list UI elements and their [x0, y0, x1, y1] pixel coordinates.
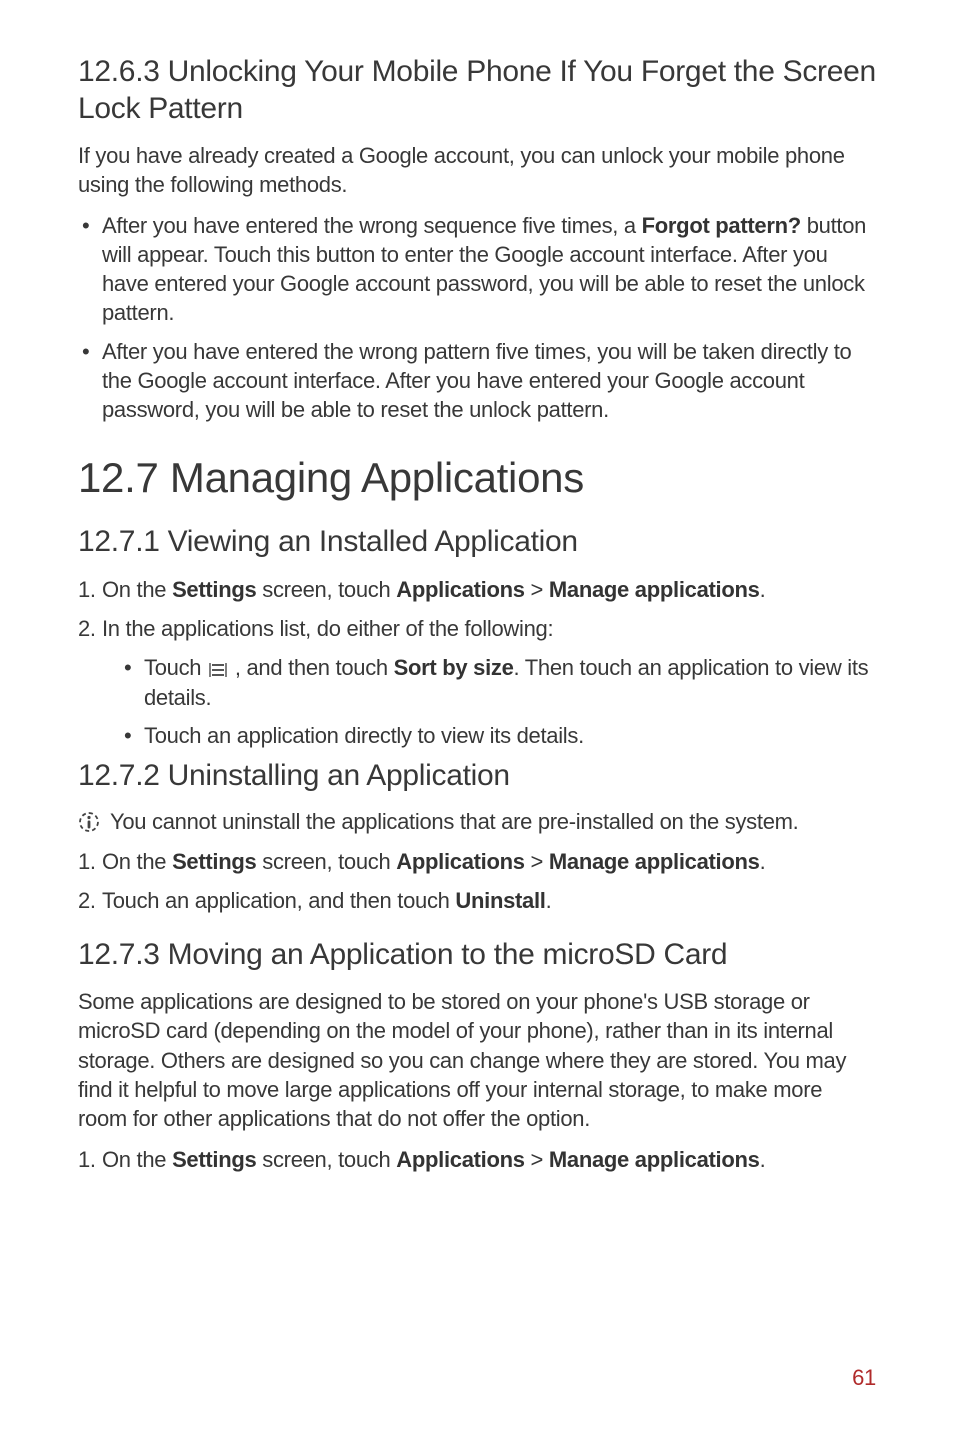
page-number: 61	[852, 1365, 876, 1391]
bold-text: Manage applications	[549, 577, 760, 602]
text: On the	[102, 849, 172, 874]
bold-text: Uninstall	[455, 888, 545, 913]
heading-12-7: 12.7 Managing Applications	[78, 454, 876, 502]
menu-icon	[207, 663, 229, 677]
bold-text: Settings	[172, 577, 256, 602]
manual-page: 12.6.3 Unlocking Your Mobile Phone If Yo…	[0, 0, 954, 1429]
text: .	[546, 888, 552, 913]
step-1: 1. On the Settings screen, touch Applica…	[78, 1145, 876, 1174]
bold-text: Manage applications	[549, 1147, 760, 1172]
bold-text: Applications	[396, 1147, 524, 1172]
sub-bullet-item: Touch an application directly to view it…	[122, 721, 876, 751]
sub-bullet-item: Touch , and then touch Sort by size. The…	[122, 653, 876, 712]
text: screen, touch	[256, 1147, 396, 1172]
step-number: 2.	[78, 886, 96, 915]
bold-text: Sort by size	[394, 655, 514, 680]
bold-text: Forgot pattern?	[642, 213, 801, 238]
text: >	[525, 1147, 549, 1172]
text: >	[525, 849, 549, 874]
intro-12-7-3: Some applications are designed to be sto…	[78, 987, 876, 1132]
text: >	[525, 577, 549, 602]
bullet-item: After you have entered the wrong pattern…	[78, 337, 876, 424]
bold-text: Applications	[396, 849, 524, 874]
text: Touch	[144, 655, 207, 680]
text: .	[760, 1147, 766, 1172]
bullets-12-6-3: After you have entered the wrong sequenc…	[78, 211, 876, 424]
info-icon	[78, 811, 100, 833]
text: After you have entered the wrong sequenc…	[102, 213, 642, 238]
text: screen, touch	[256, 849, 396, 874]
text: On the	[102, 1147, 172, 1172]
text: screen, touch	[256, 577, 396, 602]
step-number: 1.	[78, 575, 96, 604]
text: .	[760, 577, 766, 602]
text: , and then touch	[229, 655, 394, 680]
text: .	[760, 849, 766, 874]
step-number: 1.	[78, 847, 96, 876]
sub-bullets-12-7-1: Touch , and then touch Sort by size. The…	[122, 653, 876, 750]
heading-12-6-3: 12.6.3 Unlocking Your Mobile Phone If Yo…	[78, 54, 876, 127]
step-1: 1. On the Settings screen, touch Applica…	[78, 575, 876, 604]
text: In the applications list, do either of t…	[102, 616, 553, 641]
step-number: 1.	[78, 1145, 96, 1174]
heading-12-7-2: 12.7.2 Uninstalling an Application	[78, 758, 876, 795]
bullet-item: After you have entered the wrong sequenc…	[78, 211, 876, 327]
note-row: You cannot uninstall the applications th…	[78, 809, 876, 835]
bold-text: Settings	[172, 1147, 256, 1172]
text: On the	[102, 577, 172, 602]
note-text: You cannot uninstall the applications th…	[110, 809, 798, 835]
heading-12-7-3: 12.7.3 Moving an Application to the micr…	[78, 937, 876, 974]
text: After you have entered the wrong pattern…	[102, 339, 851, 422]
bold-text: Settings	[172, 849, 256, 874]
step-1: 1. On the Settings screen, touch Applica…	[78, 847, 876, 876]
step-2: 2. Touch an application, and then touch …	[78, 886, 876, 915]
heading-12-7-1: 12.7.1 Viewing an Installed Application	[78, 524, 876, 561]
bold-text: Manage applications	[549, 849, 760, 874]
intro-12-6-3: If you have already created a Google acc…	[78, 141, 876, 199]
text: Touch an application, and then touch	[102, 888, 455, 913]
text: Touch an application directly to view it…	[144, 723, 584, 748]
step-number: 2.	[78, 614, 96, 643]
step-2: 2. In the applications list, do either o…	[78, 614, 876, 643]
bold-text: Applications	[396, 577, 524, 602]
